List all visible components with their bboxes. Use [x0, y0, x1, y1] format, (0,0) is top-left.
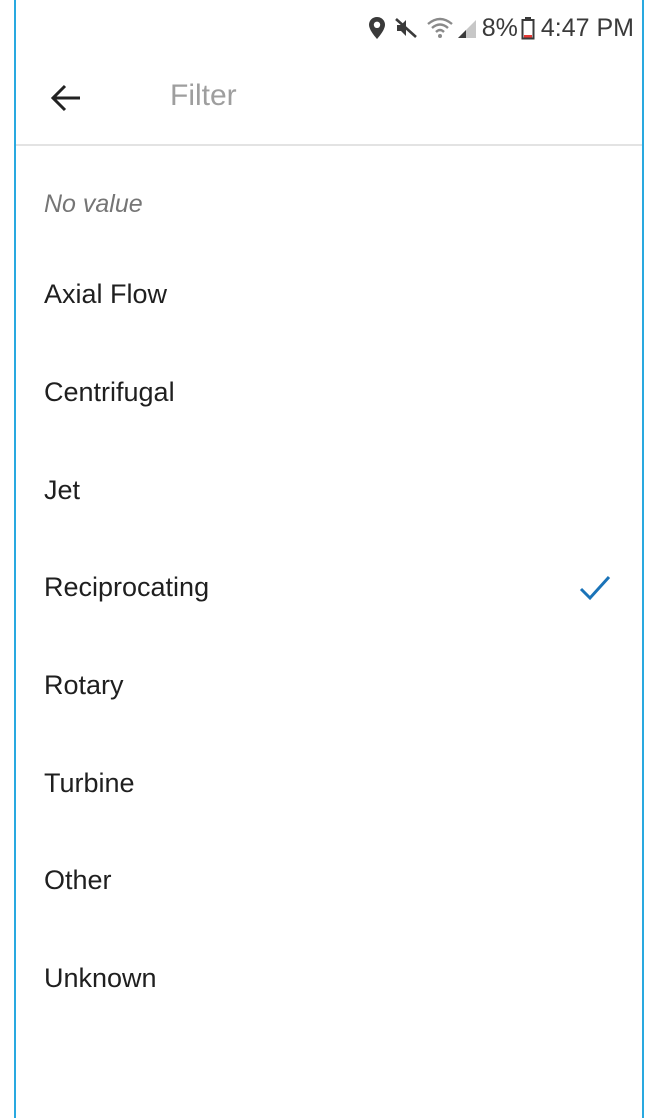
checkmark-icon: [578, 572, 612, 604]
filter-options-list: No value Axial Flow Centrifugal Jet Reci…: [16, 146, 642, 1028]
option-rotary[interactable]: Rotary: [16, 637, 642, 735]
location-icon: [368, 16, 386, 40]
option-turbine[interactable]: Turbine: [16, 734, 642, 832]
toolbar: Filter: [16, 56, 642, 146]
page-title: Filter: [170, 79, 237, 112]
mute-icon: [394, 16, 418, 40]
battery-percent: 8%: [481, 13, 518, 42]
option-label: Axial Flow: [44, 279, 168, 310]
signal-icon: [456, 16, 478, 40]
option-label: Reciprocating: [44, 572, 210, 603]
option-label: Centrifugal: [44, 377, 175, 408]
option-label: No value: [44, 189, 143, 218]
app-frame: 8% 4:47 PM Filter No value Axial Flow Ce…: [14, 0, 644, 1118]
option-label: Jet: [44, 474, 81, 505]
option-unknown[interactable]: Unknown: [16, 930, 642, 1028]
option-label: Turbine: [44, 767, 135, 798]
battery-icon: [521, 16, 535, 40]
option-label: Other: [44, 865, 112, 896]
option-centrifugal[interactable]: Centrifugal: [16, 344, 642, 442]
option-jet[interactable]: Jet: [16, 441, 642, 539]
option-no-value[interactable]: No value: [16, 146, 642, 246]
option-other[interactable]: Other: [16, 832, 642, 930]
clock-time: 4:47 PM: [540, 13, 634, 42]
option-axial-flow[interactable]: Axial Flow: [16, 246, 642, 344]
wifi-icon: [426, 16, 454, 40]
option-reciprocating[interactable]: Reciprocating: [16, 539, 642, 637]
option-label: Rotary: [44, 670, 124, 701]
arrow-left-icon: [50, 84, 82, 117]
status-bar: 8% 4:47 PM: [16, 0, 642, 56]
back-button[interactable]: [36, 72, 96, 128]
option-label: Unknown: [44, 963, 157, 994]
